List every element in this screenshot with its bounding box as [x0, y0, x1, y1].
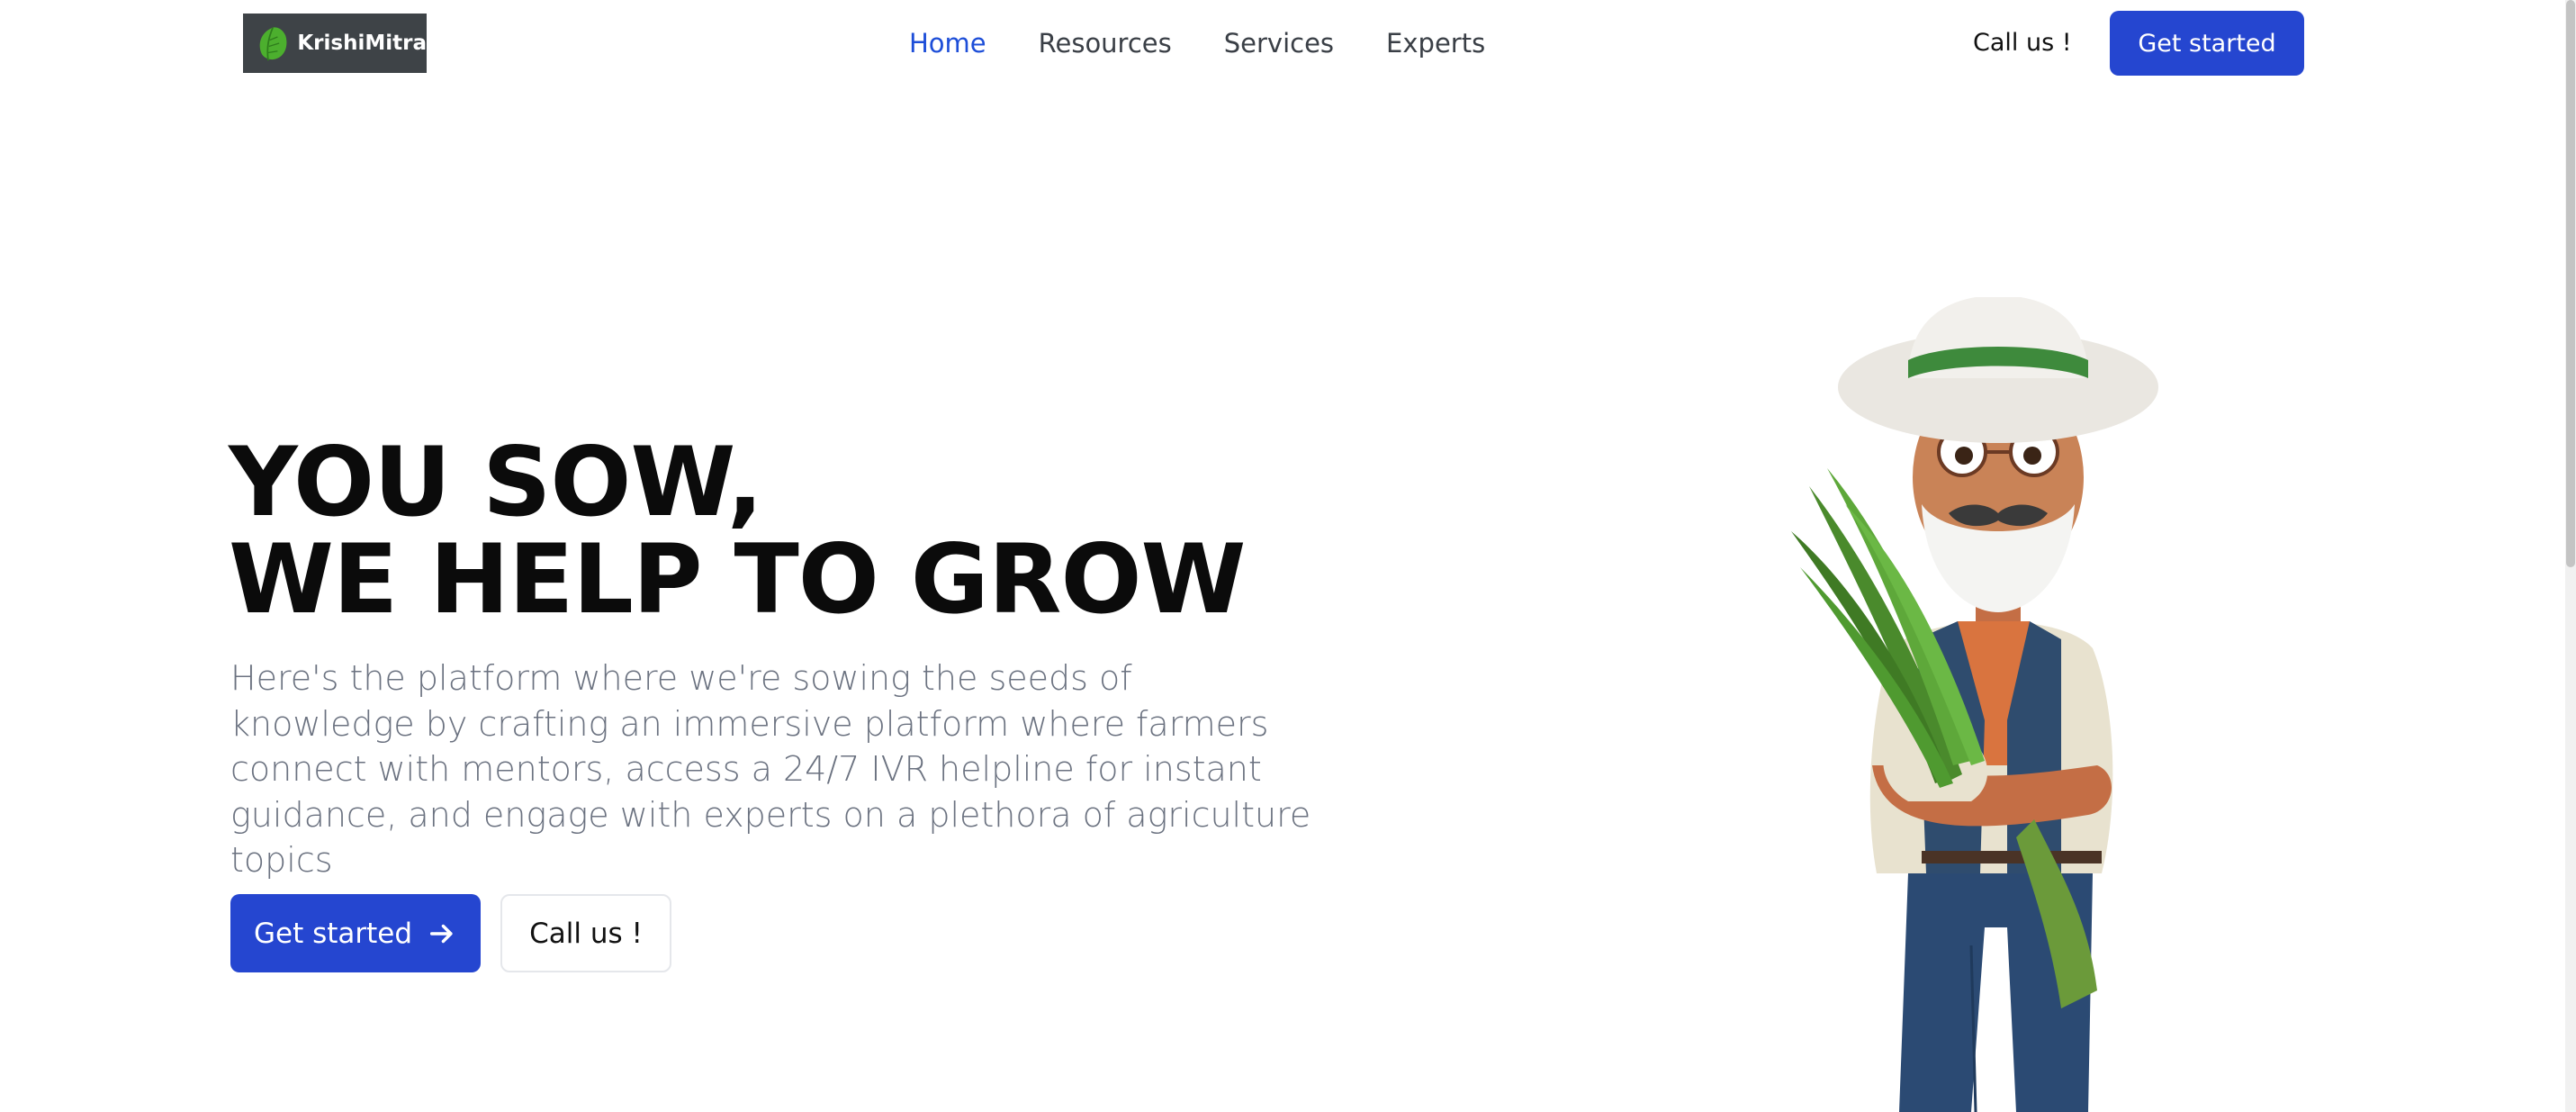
main-nav: Home Resources Services Experts [909, 23, 1485, 63]
nav-item-experts[interactable]: Experts [1386, 23, 1485, 63]
arrow-right-icon [429, 924, 453, 943]
logo-text: KrishiMitra [297, 32, 427, 55]
hero-get-started-label: Get started [253, 917, 413, 950]
hero-title: YOU SOW, WE HELP TO GROW [229, 434, 1246, 628]
hero-title-line-2: WE HELP TO GROW [229, 524, 1246, 635]
farmer-illustration [1791, 297, 2158, 1112]
header-get-started-button[interactable]: Get started [2110, 11, 2304, 76]
nav-item-resources[interactable]: Resources [1039, 23, 1172, 63]
hero-description: Here's the platform where we're sowing t… [230, 658, 1311, 880]
hero-title-line-1: YOU SOW, [229, 427, 763, 538]
header-call-link[interactable]: Call us ! [1973, 25, 2072, 61]
scrollbar-track[interactable] [2565, 0, 2576, 1112]
hero-call-us-button[interactable]: Call us ! [500, 894, 671, 972]
page: KrishiMitra Home Resources Services Expe… [0, 0, 2576, 1112]
logo[interactable]: KrishiMitra [243, 14, 427, 73]
leaf-icon [259, 27, 287, 61]
scrollbar-thumb[interactable] [2566, 0, 2575, 567]
nav-item-services[interactable]: Services [1224, 23, 1334, 63]
hero-get-started-button[interactable]: Get started [230, 894, 481, 972]
nav-item-home[interactable]: Home [909, 23, 986, 63]
